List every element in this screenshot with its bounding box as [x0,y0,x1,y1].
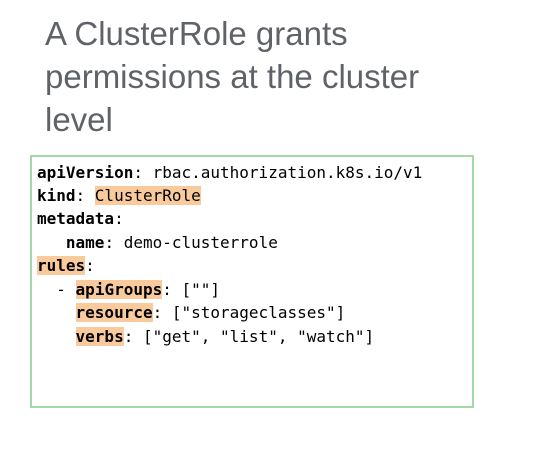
verbs-key: verbs [75,327,124,346]
apiversion-value: rbac.authorization.k8s.io/v1 [152,163,423,182]
apiversion-key: apiVersion [37,163,134,182]
title-line-1: A ClusterRole grants [45,15,348,52]
title-line-3: level [45,101,113,138]
title-line-2: permissions at the cluster [45,58,420,95]
verbs-value: ["get", "list", "watch"] [142,327,375,346]
code-line-kind: kind: ClusterRole [37,186,201,205]
code-line-name: name: demo-clusterrole [65,233,278,252]
kind-key: kind [37,186,76,205]
name-key: name [65,233,105,252]
yaml-code-block: apiVersion: rbac.authorization.k8s.io/v1… [30,155,474,408]
slide: A ClusterRole grants permissions at the … [0,0,555,452]
code-line-apigroups: - apiGroups: [""] [56,280,221,299]
resource-key: resource [75,303,153,322]
rules-key: rules [37,256,86,275]
resource-value: ["storageclasses"] [171,303,346,322]
apigroups-key: apiGroups [75,280,163,299]
code-line-rules: rules: [37,256,95,275]
name-value: demo-clusterrole [123,233,278,252]
code-line-apiversion: apiVersion: rbac.authorization.k8s.io/v1 [37,163,423,182]
code-line-metadata: metadata: [37,209,124,228]
kind-value: ClusterRole [94,186,201,205]
metadata-key: metadata [37,209,115,228]
code-line-verbs: verbs: ["get", "list", "watch"] [75,327,375,346]
list-dash: - [56,280,66,299]
apigroups-value: [""] [181,280,221,299]
code-line-resource: resource: ["storageclasses"] [75,303,346,322]
slide-title: A ClusterRole grants permissions at the … [45,12,525,141]
